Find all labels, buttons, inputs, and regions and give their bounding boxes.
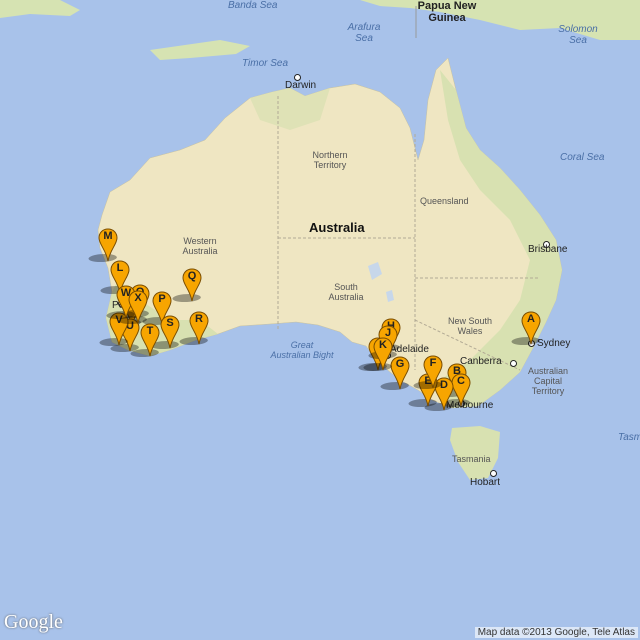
coral-sea-label: Coral Sea: [560, 152, 605, 163]
hobart-label: Hobart: [470, 477, 501, 488]
marker-letter: P: [158, 293, 166, 305]
marker-letter: S: [166, 317, 174, 329]
marker-letter: L: [116, 262, 124, 274]
map-marker-r[interactable]: R: [179, 311, 209, 345]
map-attribution[interactable]: Map data ©2013 Google, Tele Atlas: [474, 627, 638, 638]
northern-territory-label: Northern Territory: [312, 150, 348, 170]
map-marker-q[interactable]: Q: [172, 268, 202, 302]
map-marker-f[interactable]: F: [413, 355, 443, 389]
marker-letter: R: [195, 313, 203, 325]
map-marker-x[interactable]: X: [118, 290, 148, 324]
solomon-sea-label: Solomon Sea: [558, 24, 598, 46]
map-marker-s[interactable]: S: [150, 315, 180, 349]
darwin-label: Darwin: [285, 80, 317, 91]
google-logo[interactable]: Google: [4, 611, 63, 634]
marker-letter: C: [457, 375, 465, 387]
map-marker-c[interactable]: C: [441, 373, 471, 407]
australia-label: Australia: [309, 220, 365, 235]
act-label: Australian Capital Territory: [527, 366, 569, 396]
marker-letter: F: [429, 357, 437, 369]
map-marker-m[interactable]: M: [88, 228, 118, 262]
arafura-sea-label: Arafura Sea: [347, 22, 381, 44]
map-base: [0, 0, 640, 480]
marker-letter: K: [379, 339, 387, 351]
timor-land: [150, 40, 250, 60]
marker-letter: T: [146, 325, 154, 337]
marker-letter: G: [395, 358, 405, 370]
marker-letter: M: [103, 230, 113, 242]
brisbane-label: Brisbane: [528, 244, 568, 255]
marker-letter: A: [527, 313, 535, 325]
great-australian-bight-label: Great Australian Bight: [270, 340, 334, 360]
hobart-dot: [490, 470, 497, 477]
western-australia-label: Western Australia: [182, 236, 218, 256]
marker-letter: Q: [187, 270, 197, 282]
banda-sea-label: Banda Sea: [228, 0, 278, 11]
new-south-wales-label: New South Wales: [447, 316, 493, 336]
map-marker-a[interactable]: A: [511, 311, 541, 345]
sydney-label: Sydney: [537, 338, 571, 349]
map-marker-k[interactable]: K: [363, 337, 393, 371]
map-marker-g[interactable]: G: [380, 356, 410, 390]
queensland-label: Queensland: [420, 196, 469, 206]
map-canvas[interactable]: Banda Sea Papua New Guinea Arafura Sea T…: [0, 0, 640, 640]
papua-new-guinea-label: Papua New Guinea: [417, 0, 477, 24]
tasmania-label: Tasmania: [452, 454, 491, 464]
indonesia-land: [0, 0, 80, 18]
canberra-dot: [510, 360, 517, 367]
map-marker-t[interactable]: T: [130, 323, 160, 357]
tasman-sea-label: Tasm: [618, 432, 640, 443]
timor-sea-label: Timor Sea: [242, 58, 289, 69]
south-australia-label: South Australia: [328, 282, 364, 302]
marker-letter: X: [134, 292, 142, 304]
